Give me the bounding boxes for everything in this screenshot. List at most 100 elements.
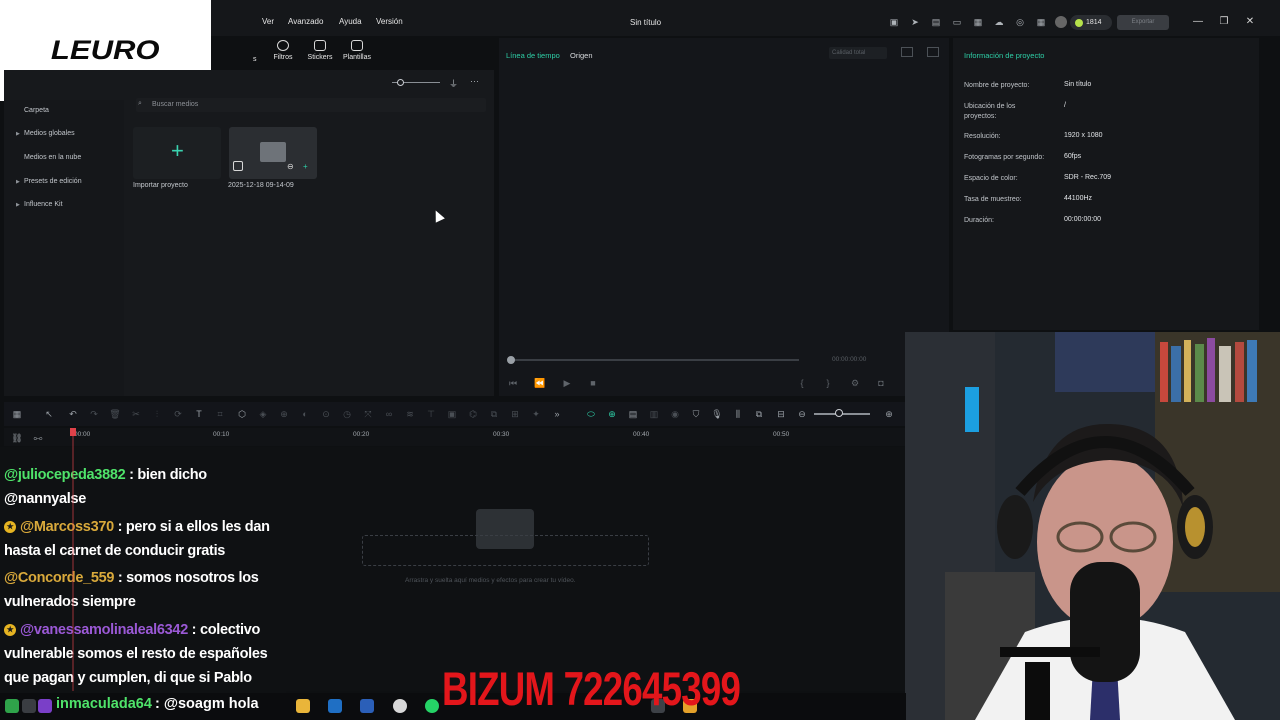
keyframe-icon[interactable]: ⊤ [425,408,437,420]
gift-icon[interactable]: ▣ [888,16,900,28]
browser-icon[interactable] [393,699,407,713]
split-audio-icon[interactable]: ⫶ [151,408,163,420]
search-input[interactable]: Buscar medios [152,101,198,108]
crop-icon[interactable]: ⌗ [214,408,226,420]
speed-icon[interactable]: ⟳ [172,408,184,420]
more-icon[interactable]: ··· [470,76,479,86]
cloud-icon[interactable]: ☁ [993,16,1005,28]
whatsapp-icon[interactable] [425,699,439,713]
text-icon[interactable]: T [193,408,205,420]
scrubber-handle[interactable] [507,356,515,364]
headset-icon[interactable]: ◎ [1014,16,1026,28]
menu-version[interactable]: Versión [376,17,403,26]
layout-icon[interactable]: ▦ [11,408,23,420]
sidebar-item-global-media[interactable]: ▶ Medios globales [16,130,75,137]
sidebar-item-cloud-media[interactable]: Medios en la nube [24,154,81,161]
sidebar-item-folder[interactable]: Carpeta [24,107,49,114]
adjust-icon[interactable]: ◈ [257,408,269,420]
preview-scrubber[interactable] [511,359,799,361]
close-icon[interactable]: ✕ [1242,14,1258,30]
auto-icon[interactable]: ◉ [669,408,681,420]
mark-out-icon[interactable]: } [822,378,834,388]
send-icon[interactable]: ➤ [909,16,921,28]
motion-icon[interactable]: ∞ [383,408,395,420]
fit-icon[interactable]: ⊟ [775,408,787,420]
twitch-app-icon[interactable] [38,699,52,713]
mark-in-icon[interactable]: { [796,378,808,388]
mask-icon[interactable]: ⬡ [236,408,248,420]
outlook-icon[interactable] [328,699,342,713]
snap-icon[interactable]: ⬭ [585,408,597,420]
sidebar-item-edit-presets[interactable]: ▶ Presets de edición [16,178,82,185]
file-explorer-icon[interactable] [296,699,310,713]
replace-icon[interactable]: ⊞ [509,408,521,420]
timer-icon[interactable]: ◷ [341,408,353,420]
magnet-icon[interactable]: ⊕ [606,408,618,420]
stabilize-icon[interactable]: ⊙ [320,408,332,420]
zoom-clip-icon[interactable]: ⊕ [278,408,290,420]
tab-partial-label[interactable]: s [253,56,257,63]
filter-icon[interactable]: ⏚ [449,77,458,90]
delete-icon[interactable]: 🗑 [109,408,121,420]
quality-select[interactable]: Calidad total [829,47,887,59]
check-app-icon[interactable] [5,699,19,713]
timeline-tracks[interactable] [286,447,906,691]
more-tools-icon[interactable]: » [551,408,563,420]
timeline-zoom-knob[interactable] [835,409,843,417]
unlink-icon[interactable]: ⛓ [11,432,23,444]
snapshot-icon[interactable] [901,47,913,57]
drop-zone[interactable] [362,535,649,566]
render-icon[interactable]: ▤ [627,408,639,420]
cut-icon[interactable]: ✂ [130,408,142,420]
menu-ver[interactable]: Ver [262,17,274,26]
zoom-out-icon[interactable]: ⊖ [796,408,808,420]
grid-icon[interactable]: ▦ [1035,16,1047,28]
redo-icon[interactable]: ↷ [88,408,100,420]
restore-icon[interactable]: ❐ [1216,14,1232,30]
thumb-size-knob[interactable] [397,79,404,86]
chat-app-icon[interactable] [22,699,36,713]
tab-templates[interactable]: Plantillas [337,40,377,68]
select-tool-icon[interactable]: ↖ [43,408,55,420]
mixer-icon[interactable]: ⫼ [732,408,744,420]
prev-frame-icon[interactable]: ⏮ [507,378,519,389]
audio-adjust-icon[interactable]: ≋ [404,408,416,420]
stop-icon[interactable]: ■ [587,378,599,388]
inbox-icon[interactable]: ▤ [930,16,942,28]
credits-badge[interactable]: 1814 [1070,15,1112,30]
media-clip-thumbnail[interactable]: ⊖ + [229,127,317,179]
menu-ayuda[interactable]: Ayuda [339,17,362,26]
pip-icon[interactable]: ⧉ [753,408,765,420]
group-icon[interactable]: ▣ [446,408,458,420]
minimize-icon[interactable]: — [1190,14,1206,30]
export-button[interactable]: Exportar [1117,15,1169,30]
tab-timeline[interactable]: Línea de tiempo [506,51,560,60]
preview-icon[interactable]: ⊖ [287,162,294,171]
word-icon[interactable] [360,699,374,713]
tab-source[interactable]: Origen [570,51,593,60]
ai-icon[interactable]: ⌬ [467,408,479,420]
transform-icon[interactable]: ⤧ [362,408,374,420]
play-icon[interactable]: ▶ [561,378,573,389]
link-icon[interactable]: ⧟ [32,432,44,444]
save-icon[interactable]: ▦ [972,16,984,28]
color-icon[interactable]: ◐ [299,408,311,420]
magic-icon[interactable]: ✦ [530,408,542,420]
undo-icon[interactable]: ↶ [67,408,79,420]
zoom-in-icon[interactable]: ⊕ [883,408,895,420]
camera-icon[interactable]: ◘ [875,378,887,388]
playhead-handle[interactable] [70,428,76,436]
duplicate-icon[interactable]: ⧉ [488,408,500,420]
sidebar-item-influence-kit[interactable]: ▶ Influence Kit [16,201,63,208]
shield-icon[interactable]: ⛉ [690,408,702,420]
timeline-ruler[interactable] [4,428,906,446]
avatar[interactable] [1055,16,1067,28]
microphone-icon[interactable]: 🎙 [711,408,723,420]
add-icon[interactable]: + [303,162,308,171]
menu-avanzado[interactable]: Avanzado [288,17,323,26]
waveform-icon[interactable] [927,47,939,57]
tab-filters[interactable]: Filtros [263,40,303,68]
settings-icon[interactable]: ⚙ [849,378,861,389]
marker-icon[interactable]: ▥ [648,408,660,420]
tab-stickers[interactable]: Stickers [300,40,340,68]
